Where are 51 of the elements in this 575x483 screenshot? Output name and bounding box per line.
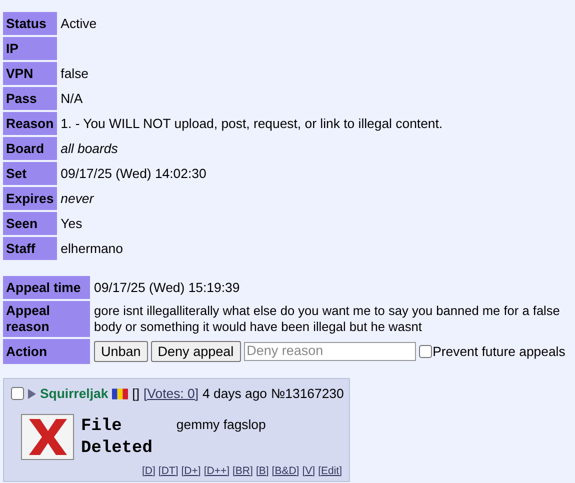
flag-icon	[112, 388, 128, 400]
poster-name: Squirreljak	[40, 385, 108, 403]
field-label: Board	[3, 137, 57, 160]
field-label: Set	[3, 162, 57, 185]
prevent-appeals-label: Prevent future appeals	[432, 342, 566, 361]
appeal-reason-text: gore isnt illegalliterally what else do you want me to say you banned me for a false	[94, 303, 561, 319]
field-value: 1. - You WILL NOT upload, post, request, or link to illegal content.	[60, 116, 443, 131]
mod-action-link[interactable]: [D+]	[181, 464, 201, 480]
field-label: Pass	[3, 87, 57, 110]
post-time: 4 days ago	[202, 385, 268, 403]
appeal-reason-text: body or something it would have been illegal but he wasnt	[94, 319, 423, 335]
field-label: VPN	[3, 62, 57, 85]
deny-reason-field[interactable]: Deny reason	[244, 342, 416, 361]
field-value: 09/17/25 (Wed) 15:19:39	[94, 280, 240, 295]
mod-action-link[interactable]: [D]	[142, 464, 156, 480]
field-label: Staff	[3, 237, 57, 260]
field-value: elhermano	[60, 240, 123, 256]
field-value: Active	[60, 16, 97, 31]
field-label: Expires	[3, 187, 57, 210]
mod-action-link[interactable]: [V]	[302, 464, 316, 480]
field-value: Yes	[60, 216, 82, 231]
mod-action-link[interactable]: [B&D]	[272, 464, 300, 480]
unban-button[interactable]: Unban	[94, 341, 148, 362]
field-value: never	[60, 190, 94, 206]
mod-action-link[interactable]: [D++]	[204, 464, 230, 480]
field-label: Appeal time	[3, 276, 90, 299]
post-select-checkbox[interactable]	[11, 387, 24, 400]
field-label: Seen	[3, 212, 57, 235]
mod-action-link[interactable]: [B]	[256, 464, 269, 480]
mod-action-link[interactable]: [DT]	[158, 464, 178, 480]
field-value: all boards	[60, 140, 118, 156]
post-brackets: []	[132, 385, 140, 403]
file-deleted-text: Deleted	[81, 438, 152, 460]
post-comment: gemmy fagslop	[176, 416, 266, 434]
deleted-file-icon	[21, 414, 74, 460]
field-label: IP	[3, 37, 57, 60]
deny-appeal-button[interactable]: Deny appeal	[150, 341, 241, 362]
mod-action-link[interactable]: [BR]	[232, 464, 253, 480]
triangle-icon[interactable]	[28, 388, 36, 399]
prevent-appeals-checkbox[interactable]	[418, 344, 432, 358]
post-number[interactable]: №13167230	[271, 384, 344, 404]
field-label: Appeal reason	[3, 301, 90, 337]
votes-link[interactable]: [Votes: 0]	[144, 384, 198, 404]
field-value: N/A	[60, 90, 83, 106]
field-label: Action	[3, 339, 90, 364]
field-label: Reason	[3, 112, 57, 135]
mod-action-link[interactable]: [Edit]	[318, 464, 342, 480]
file-deleted-text: File	[81, 416, 123, 438]
field-value: 09/17/25 (Wed) 14:02:30	[60, 166, 206, 181]
field-label: Status	[3, 12, 57, 35]
field-value: false	[60, 66, 89, 81]
